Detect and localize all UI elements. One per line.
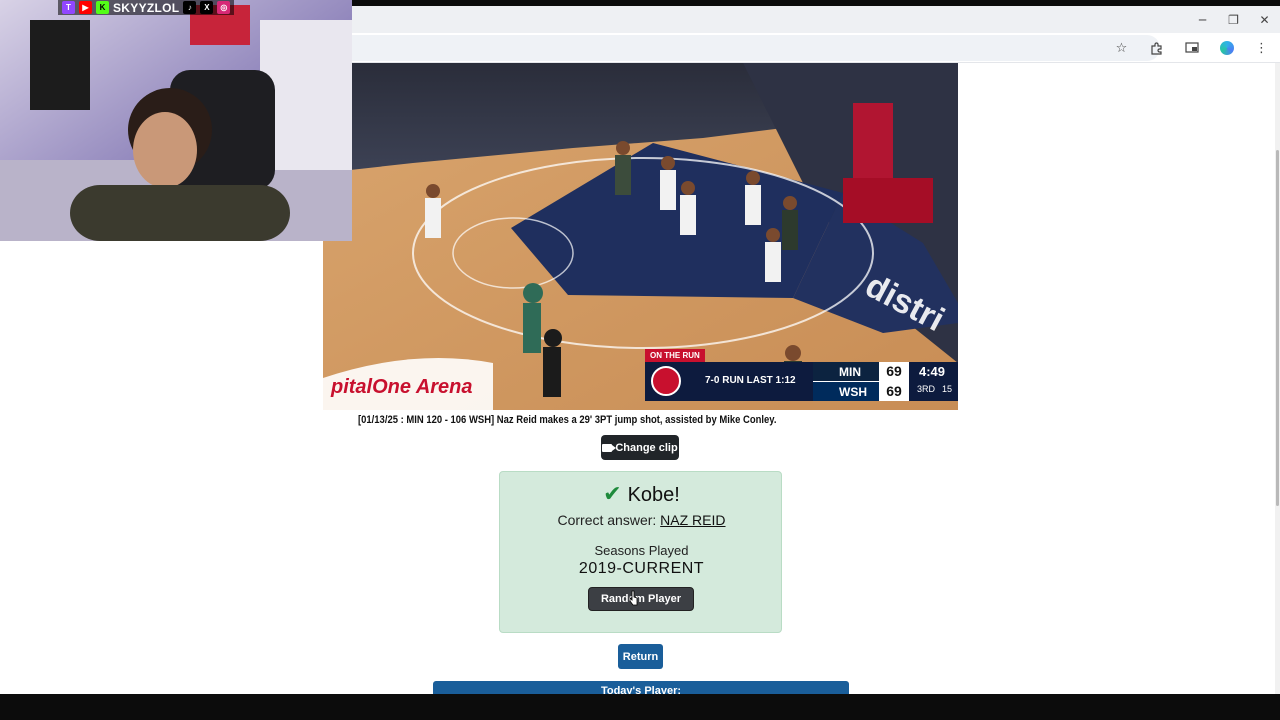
change-clip-button[interactable]: Change clip [601,435,679,460]
streamer-handle: SKYYZLOL [113,0,180,15]
result-title: ✔ Kobe! [500,482,783,507]
team-score: 69 [879,362,909,381]
answer-link[interactable]: NAZ REID [660,512,725,528]
instagram-icon: ◎ [217,1,231,14]
scorebug-main: 7-0 RUN LAST 1:12 MIN 69 WSH 69 4:49 3RD… [645,362,958,401]
team-abbr: MIN [839,365,861,379]
result-title-text: Kobe! [627,484,680,506]
game-clock: 4:49 [919,364,946,379]
close-button[interactable]: ✕ [1249,6,1280,33]
window-controls: ─ ❐ ✕ [1187,6,1280,33]
run-text: 7-0 RUN LAST 1:12 [705,375,796,386]
video-clip[interactable]: distri pitalOne Arena ON THE RUN 7-0 RUN… [323,63,958,410]
team-scores: MIN 69 WSH 69 [813,362,909,401]
twitch-icon: T [62,1,75,14]
clip-caption: [01/13/25 : MIN 120 - 106 WSH] Naz Reid … [358,414,777,426]
social-bar: T ▶ K SKYYZLOL ♪ X ◎ [58,0,235,15]
kick-icon: K [96,1,109,14]
cast-icon[interactable] [1179,37,1204,59]
scorebug: ON THE RUN 7-0 RUN LAST 1:12 MIN 69 WSH … [645,349,958,401]
x-icon: X [200,1,214,14]
profile-icon[interactable] [1214,37,1239,59]
star-icon[interactable]: ☆ [1109,37,1134,59]
wizards-logo-icon [651,366,681,396]
check-icon: ✔ [603,482,622,507]
team-score: 69 [879,382,909,401]
shot-clock: 15 [942,384,953,394]
extensions-icon[interactable] [1144,37,1169,59]
youtube-icon: ▶ [79,1,92,14]
todays-player-header: Today's Player: [433,681,849,694]
minimize-button[interactable]: ─ [1187,6,1218,33]
seasons-label: Seasons Played [594,543,689,558]
webcam-overlay: T ▶ K SKYYZLOL ♪ X ◎ [0,0,352,241]
result-card: ✔ Kobe! Correct answer: NAZ REID Seasons … [499,471,782,633]
change-clip-label: Change clip [615,441,678,454]
team-row: MIN 69 [813,362,909,381]
team-abbr: WSH [839,385,867,399]
game-period: 3RD [917,384,936,394]
seasons-value: 2019-CURRENT [578,560,705,577]
run-banner: ON THE RUN [645,349,705,362]
tiktok-icon: ♪ [183,1,197,14]
correct-answer-label: Correct answer: [557,512,657,528]
webcam-image [0,0,352,241]
scrollbar-thumb[interactable] [1276,150,1279,506]
video-camera-icon [602,443,617,452]
mouse-cursor-icon [629,590,638,606]
random-player-button[interactable]: Random Player [588,587,694,611]
toolbar-icons: ☆ ⋮ [1109,37,1274,59]
address-bar[interactable] [340,35,1160,61]
correct-answer: Correct answer: NAZ REID [500,512,783,528]
bottom-bar [0,694,1280,720]
arena-logo-text: pitalOne Arena [330,376,473,398]
more-icon[interactable]: ⋮ [1249,37,1274,59]
restore-button[interactable]: ❐ [1218,6,1249,33]
team-row: WSH 69 [813,382,909,401]
return-button[interactable]: Return [618,644,663,669]
